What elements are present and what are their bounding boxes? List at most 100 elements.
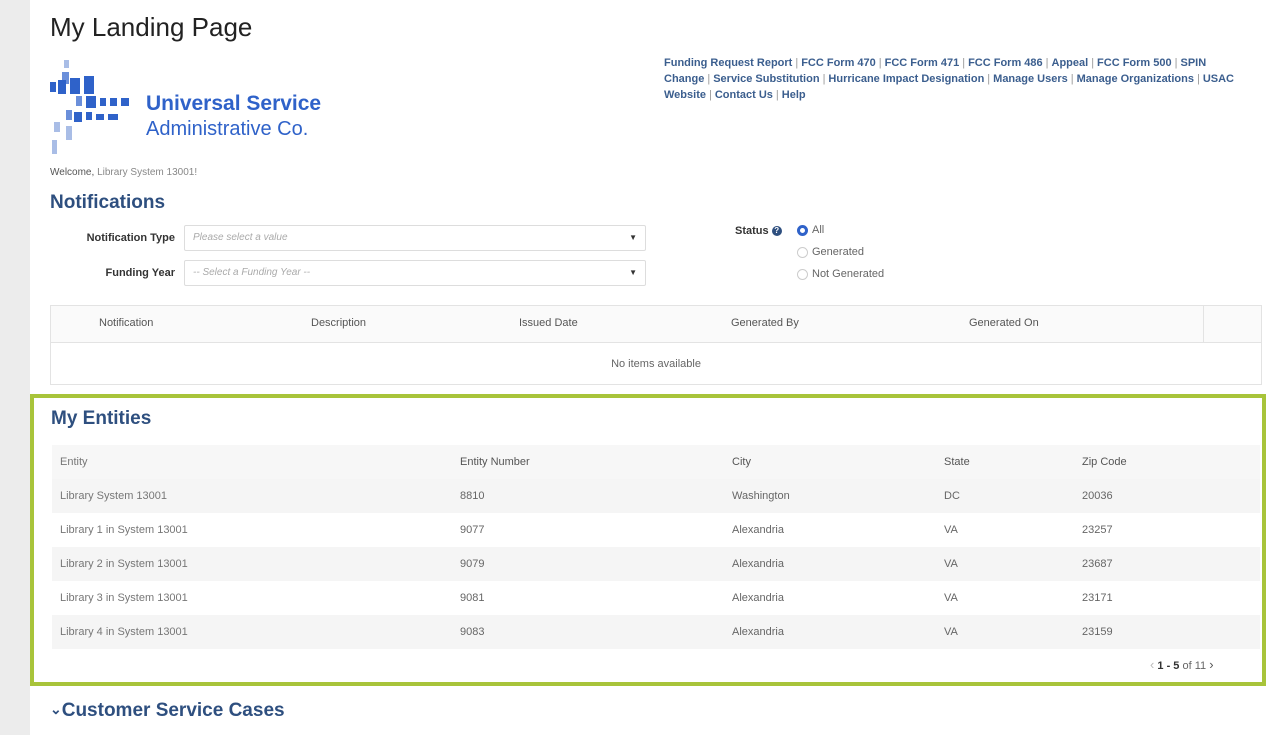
- entity-name-link[interactable]: Library System 13001: [60, 490, 167, 502]
- entity-number: 9081: [460, 592, 485, 604]
- column-header-entity[interactable]: Entity: [60, 456, 88, 468]
- column-header-generated-on[interactable]: Generated On: [969, 317, 1039, 329]
- status-radio-generated[interactable]: Generated: [797, 246, 864, 258]
- pager-total: of 11: [1182, 660, 1207, 672]
- entity-name-link[interactable]: Library 4 in System 13001: [60, 626, 188, 638]
- notifications-title: Notifications: [50, 192, 166, 213]
- entity-name-link[interactable]: Library 2 in System 13001: [60, 558, 188, 570]
- column-header-state[interactable]: State: [944, 456, 970, 468]
- top-link-fcc-form-470[interactable]: FCC Form 470: [801, 57, 876, 69]
- usac-logo[interactable]: Universal Service Administrative Co.: [50, 60, 350, 160]
- chevron-down-icon: ▼: [629, 268, 637, 277]
- top-link-appeal[interactable]: Appeal: [1052, 57, 1089, 69]
- chevron-left-icon[interactable]: ‹: [1150, 657, 1154, 672]
- funding-year-placeholder: -- Select a Funding Year --: [193, 267, 311, 278]
- column-header-generated-by[interactable]: Generated By: [731, 317, 799, 329]
- empty-table-message: No items available: [611, 358, 701, 370]
- help-icon[interactable]: ?: [771, 226, 782, 237]
- entity-state: VA: [944, 524, 958, 536]
- link-separator: |: [878, 57, 882, 69]
- entity-zip: 23171: [1082, 592, 1113, 604]
- status-filter-label: Status ?: [735, 225, 782, 237]
- notifications-table: Notification Description Issued Date Gen…: [50, 305, 1262, 385]
- entities-table-header: Entity Entity Number City State Zip Code: [52, 445, 1260, 479]
- top-link-manage-users[interactable]: Manage Users: [993, 73, 1068, 85]
- entities-pager: ‹ 1 - 5 of 11 ›: [1150, 657, 1214, 672]
- status-option-label: All: [812, 224, 825, 236]
- radio-icon: [797, 246, 808, 258]
- status-radio-not-generated[interactable]: Not Generated: [797, 268, 884, 280]
- entity-city: Alexandria: [732, 626, 784, 638]
- entity-zip: 20036: [1082, 490, 1113, 502]
- table-row[interactable]: Library 4 in System 13001 9083 Alexandri…: [52, 615, 1260, 649]
- chevron-down-icon: ▼: [629, 233, 637, 242]
- customer-service-cases-toggle[interactable]: ⌄Customer Service Cases: [50, 700, 285, 722]
- top-link-funding-request-report[interactable]: Funding Request Report: [664, 57, 792, 69]
- link-separator: |: [1045, 57, 1049, 69]
- entity-state: VA: [944, 626, 958, 638]
- column-header-description[interactable]: Description: [311, 317, 366, 329]
- column-header-notification[interactable]: Notification: [99, 317, 153, 329]
- link-separator: |: [775, 89, 779, 101]
- logo-text-line1: Universal Service: [146, 92, 322, 115]
- notification-type-label: Notification Type: [86, 232, 175, 244]
- top-link-contact-us[interactable]: Contact Us: [715, 89, 773, 101]
- entity-city: Alexandria: [732, 558, 784, 570]
- column-header-entity-number[interactable]: Entity Number: [460, 456, 530, 468]
- entity-city: Alexandria: [732, 592, 784, 604]
- entity-number: 9077: [460, 524, 485, 536]
- status-option-label: Generated: [812, 246, 864, 258]
- link-separator: |: [1196, 73, 1200, 85]
- entity-zip: 23159: [1082, 626, 1113, 638]
- status-label-text: Status: [735, 225, 769, 237]
- radio-selected-icon: [797, 224, 808, 236]
- entity-number: 9079: [460, 558, 485, 570]
- link-separator: |: [795, 57, 799, 69]
- link-separator: |: [1091, 57, 1095, 69]
- top-link-service-substitution[interactable]: Service Substitution: [713, 73, 819, 85]
- column-header-issued-date[interactable]: Issued Date: [519, 317, 578, 329]
- top-link-fcc-form-471[interactable]: FCC Form 471: [885, 57, 960, 69]
- link-separator: |: [962, 57, 966, 69]
- entity-number: 8810: [460, 490, 485, 502]
- top-link-manage-organizations[interactable]: Manage Organizations: [1077, 73, 1194, 85]
- entity-number: 9083: [460, 626, 485, 638]
- top-link-help[interactable]: Help: [782, 89, 806, 101]
- table-row[interactable]: Library 2 in System 13001 9079 Alexandri…: [52, 547, 1260, 581]
- link-separator: |: [1070, 73, 1074, 85]
- top-link-hurricane-impact-designation[interactable]: Hurricane Impact Designation: [828, 73, 984, 85]
- entity-city: Washington: [732, 490, 790, 502]
- entity-state: VA: [944, 558, 958, 570]
- status-radio-all[interactable]: All: [797, 224, 824, 236]
- entity-zip: 23687: [1082, 558, 1113, 570]
- column-header-zip-code[interactable]: Zip Code: [1082, 456, 1127, 468]
- table-row[interactable]: Library 3 in System 13001 9081 Alexandri…: [52, 581, 1260, 615]
- column-header-city[interactable]: City: [732, 456, 751, 468]
- funding-year-select[interactable]: -- Select a Funding Year -- ▼: [184, 260, 646, 286]
- notification-type-select[interactable]: Please select a value ▼: [184, 225, 646, 251]
- customer-service-cases-title: Customer Service Cases: [61, 700, 285, 721]
- notifications-table-header: Notification Description Issued Date Gen…: [51, 306, 1261, 343]
- pager-range: 1 - 5: [1157, 660, 1180, 672]
- chevron-right-icon[interactable]: ›: [1209, 657, 1213, 672]
- entity-city: Alexandria: [732, 524, 784, 536]
- welcome-prefix: Welcome,: [50, 167, 95, 178]
- table-row[interactable]: Library 1 in System 13001 9077 Alexandri…: [52, 513, 1260, 547]
- entity-state: DC: [944, 490, 960, 502]
- table-row[interactable]: Library System 13001 8810 Washington DC …: [52, 479, 1260, 513]
- welcome-user-link[interactable]: Library System 13001!: [97, 167, 197, 178]
- notification-type-placeholder: Please select a value: [193, 232, 288, 243]
- page-title: My Landing Page: [50, 12, 253, 42]
- logo-text-line2: Administrative Co.: [146, 118, 309, 140]
- entity-name-link[interactable]: Library 1 in System 13001: [60, 524, 188, 536]
- my-entities-title: My Entities: [51, 408, 152, 429]
- welcome-message: Welcome, Library System 13001!: [50, 167, 197, 178]
- entity-state: VA: [944, 592, 958, 604]
- radio-icon: [797, 268, 808, 280]
- link-separator: |: [707, 73, 711, 85]
- top-link-fcc-form-500[interactable]: FCC Form 500: [1097, 57, 1172, 69]
- entity-name-link[interactable]: Library 3 in System 13001: [60, 592, 188, 604]
- left-gutter: [0, 0, 30, 735]
- funding-year-label: Funding Year: [105, 267, 175, 279]
- top-link-fcc-form-486[interactable]: FCC Form 486: [968, 57, 1043, 69]
